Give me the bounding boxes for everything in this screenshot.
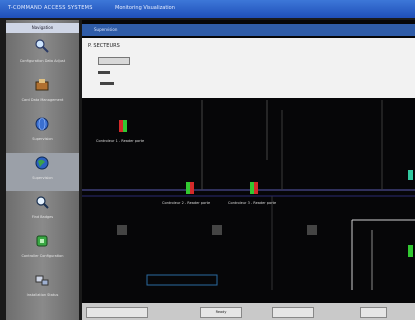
controller-icon [36, 235, 48, 247]
plan-column [212, 225, 222, 235]
door-status-red [190, 182, 194, 194]
door-status-red [254, 182, 258, 194]
sidebar-header: Navigation [6, 23, 79, 33]
sidebar: Navigation Configuration Data Adjust Car… [6, 20, 79, 320]
sidebar-item-card-data[interactable]: Card Data Management [6, 75, 79, 113]
sector-identifier: P. SECTEURS [88, 43, 120, 49]
panel-header-title: Supervision [94, 27, 118, 32]
status-cell-1 [86, 307, 148, 318]
magnifier-icon [35, 39, 49, 53]
info-bar [98, 71, 110, 74]
plan-background [82, 100, 415, 290]
sidebar-item-supervision-active[interactable]: Supervision [6, 153, 79, 191]
door-label-2: Controleur 2 - Reader porte [162, 201, 210, 205]
panel-header: Supervision [82, 24, 415, 36]
selector-field[interactable] [98, 57, 130, 65]
door-status-green [123, 120, 127, 132]
network-icon [35, 275, 49, 286]
sidebar-item-label: Installation Status [26, 293, 59, 297]
sidebar-item-label: Configuration Data Adjust [19, 59, 66, 63]
title-bar: T-COMMAND ACCESS SYSTEMS Monitoring Visu… [0, 0, 415, 18]
sidebar-item-label: Card Data Management [21, 98, 64, 102]
door-status-green [250, 182, 254, 194]
search-badge-icon [36, 196, 49, 209]
info-bar [100, 82, 114, 85]
floor-plan[interactable]: Controleur 1 - Reader porte Controleur 2… [82, 100, 415, 290]
sidebar-item-label: Supervision [32, 176, 53, 180]
sidebar-item-installation[interactable]: Installation Status [6, 270, 79, 308]
status-bar: Ready [82, 303, 415, 320]
sidebar-item-label: Supervision [32, 137, 53, 141]
door-label-3: Controleur 3 - Reader porte [228, 201, 276, 205]
plan-column [117, 225, 127, 235]
door-label-1: Controleur 1 - Reader porte [96, 139, 144, 143]
sidebar-item-label: Controller Configuration [21, 254, 64, 258]
sidebar-item-controller[interactable]: Controller Configuration [6, 231, 79, 269]
card-reader-icon [35, 79, 49, 91]
plan-column [307, 225, 317, 235]
window-subtitle: Monitoring Visualization [115, 5, 175, 11]
status-cell-2: Ready [200, 307, 242, 318]
main-panel: Supervision P. SECTEURS Controleur 1 - R… [82, 20, 415, 320]
door-status-red [119, 120, 123, 132]
sidebar-item-supervision[interactable]: Supervision [6, 114, 79, 152]
sidebar-item-configuration[interactable]: Configuration Data Adjust [6, 36, 79, 74]
door-status-green [408, 245, 413, 257]
earth-icon [35, 156, 49, 170]
globe-icon [35, 117, 49, 131]
status-cell-4 [360, 307, 387, 318]
info-panel: P. SECTEURS [82, 38, 415, 98]
window-title: T-COMMAND ACCESS SYSTEMS [8, 5, 93, 11]
door-status-green [186, 182, 190, 194]
sidebar-item-find-badges[interactable]: Find Badges [6, 192, 79, 230]
door-status-cyan [408, 170, 413, 180]
sidebar-item-label: Find Badges [31, 215, 54, 219]
status-cell-3 [272, 307, 314, 318]
